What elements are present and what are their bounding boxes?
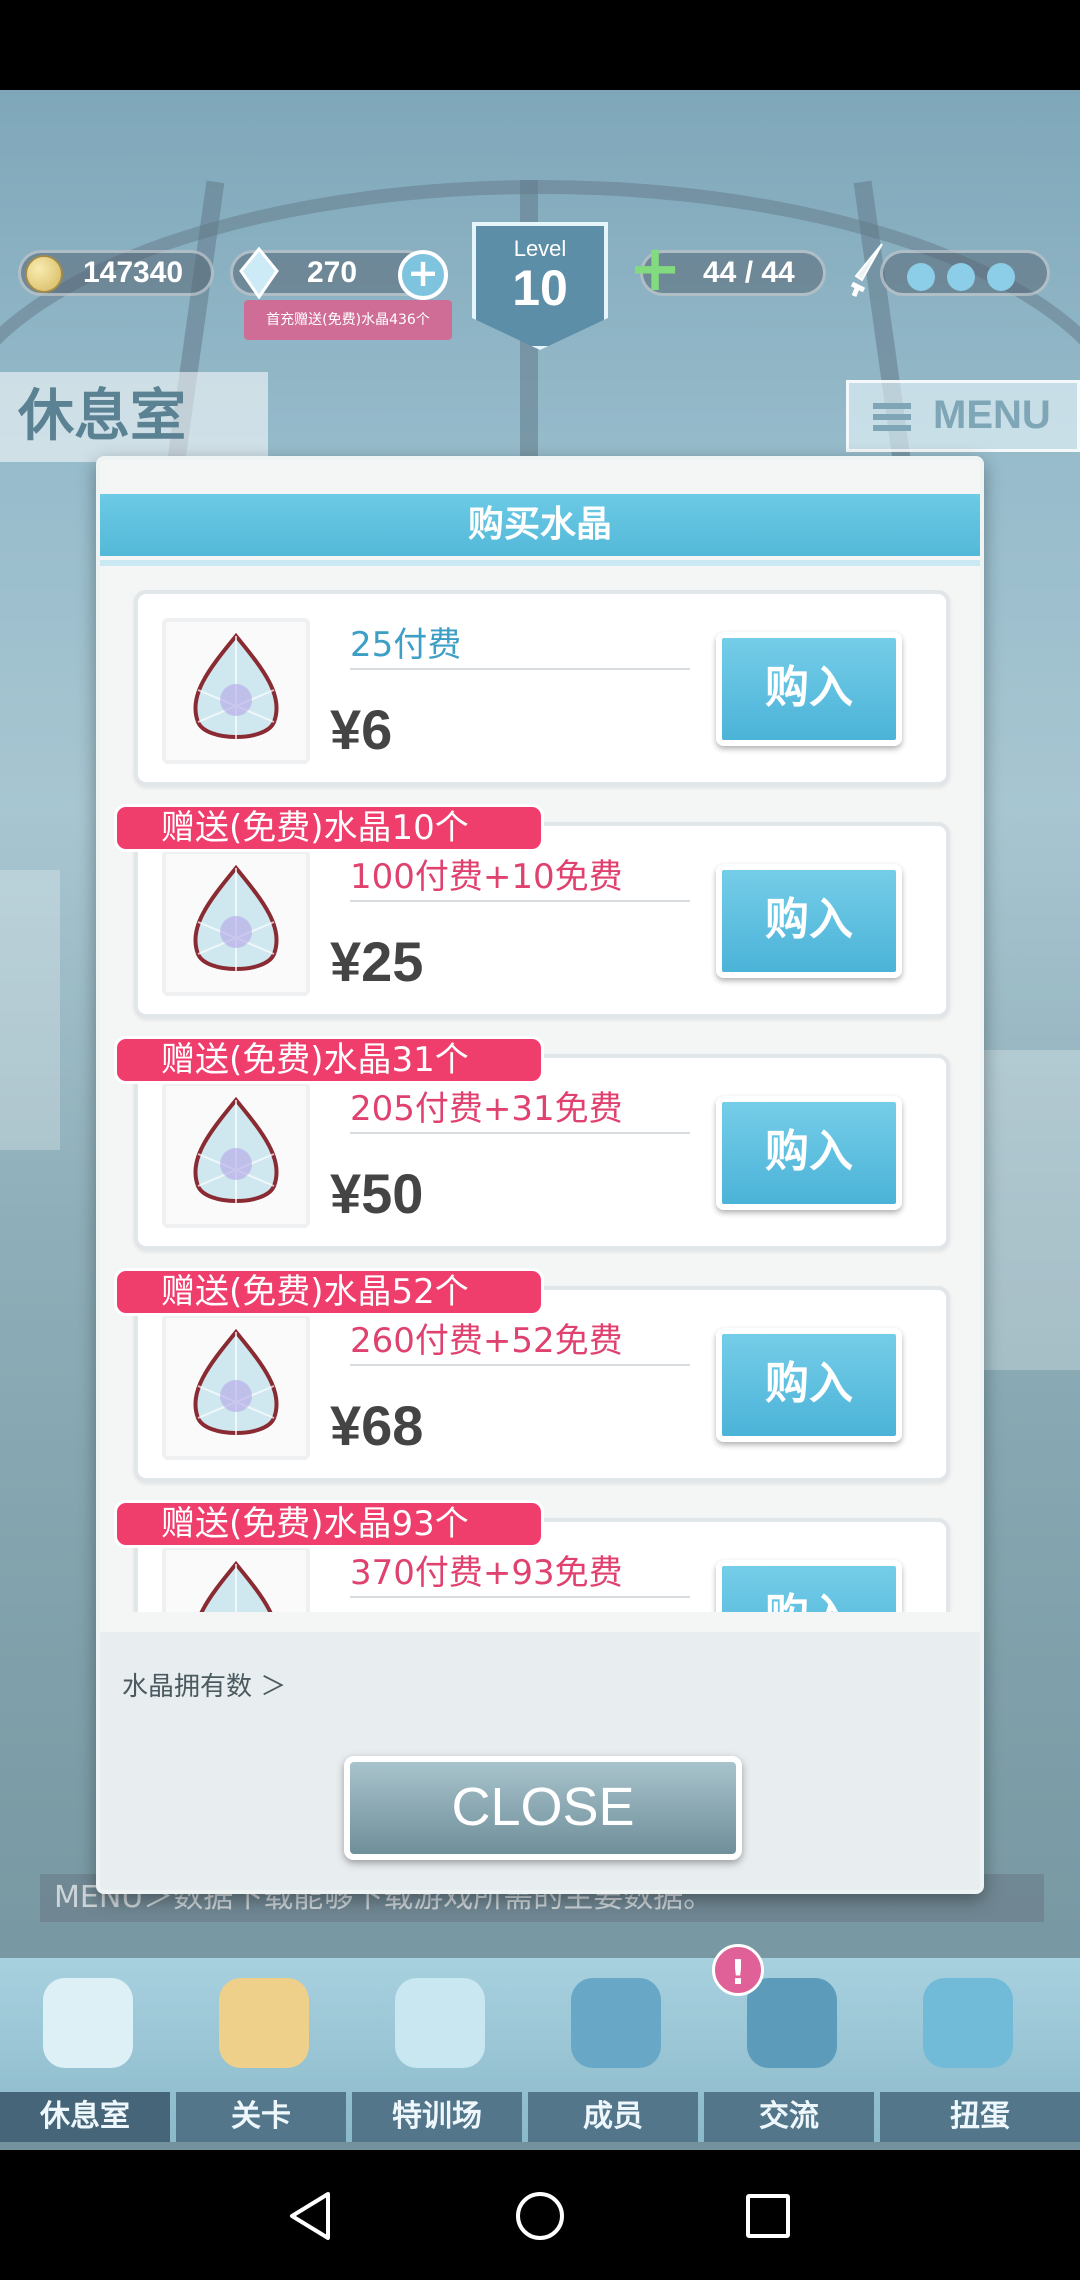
divider bbox=[100, 560, 980, 566]
crystal-icon bbox=[199, 1560, 273, 1612]
crystal-icon bbox=[193, 632, 279, 742]
back-icon[interactable] bbox=[286, 2190, 334, 2242]
gem-package-list[interactable]: 25付费 ¥6 购入 100付费+10免费 ¥25 购入 赠送(免费)水晶10个 bbox=[100, 590, 980, 1612]
package-price: ¥6 bbox=[330, 698, 393, 761]
gem-package-row: 25付费 ¥6 购入 bbox=[134, 590, 950, 786]
crystal-icon bbox=[193, 1328, 279, 1438]
package-description: 205付费+31免费 bbox=[350, 1084, 690, 1134]
package-price: ¥25 bbox=[330, 930, 424, 993]
gem-image bbox=[162, 1546, 310, 1612]
package-price: ¥68 bbox=[330, 1394, 424, 1457]
package-description: 100付费+10免费 bbox=[350, 852, 690, 902]
purchase-gems-dialog: 购买水晶 25付费 ¥6 购入 100付费+10免费 ¥25 购入 赠送(免费)… bbox=[96, 456, 984, 1894]
gem-image bbox=[162, 1082, 310, 1228]
package-description: 25付费 bbox=[350, 620, 690, 670]
gem-image bbox=[162, 850, 310, 996]
crystal-icon bbox=[193, 864, 279, 974]
home-icon[interactable] bbox=[516, 2192, 564, 2240]
screen: 147340 270 + 首充赠送(免费)水晶436个 Level 10 44 … bbox=[0, 0, 1080, 2280]
crystal-icon bbox=[193, 1096, 279, 1206]
bonus-gems-tag: 赠送(免费)水晶93个 bbox=[114, 1500, 544, 1548]
buy-button[interactable]: 购入 bbox=[716, 632, 902, 746]
buy-button[interactable]: 购入 bbox=[716, 864, 902, 978]
bonus-gems-tag: 赠送(免费)水晶52个 bbox=[114, 1268, 544, 1316]
dialog-title: 购买水晶 bbox=[100, 494, 980, 556]
package-description: 260付费+52免费 bbox=[350, 1316, 690, 1366]
owned-gems-link[interactable]: 水晶拥有数 ＞ bbox=[122, 1666, 286, 1703]
package-description: 370付费+93免费 bbox=[350, 1548, 690, 1598]
status-bar bbox=[0, 0, 1080, 90]
buy-button[interactable]: 购入 bbox=[716, 1328, 902, 1442]
system-nav-bar bbox=[0, 2150, 1080, 2280]
gem-image bbox=[162, 1314, 310, 1460]
buy-button[interactable]: 购入 bbox=[716, 1096, 902, 1210]
dialog-footer: 水晶拥有数 ＞ CLOSE bbox=[100, 1632, 980, 1890]
recents-icon[interactable] bbox=[746, 2194, 790, 2238]
buy-button[interactable]: 购入 bbox=[716, 1560, 902, 1612]
bonus-gems-tag: 赠送(免费)水晶31个 bbox=[114, 1036, 544, 1084]
close-button[interactable]: CLOSE bbox=[344, 1756, 742, 1860]
bonus-gems-tag: 赠送(免费)水晶10个 bbox=[114, 804, 544, 852]
package-price: ¥50 bbox=[330, 1162, 424, 1225]
gem-image bbox=[162, 618, 310, 764]
